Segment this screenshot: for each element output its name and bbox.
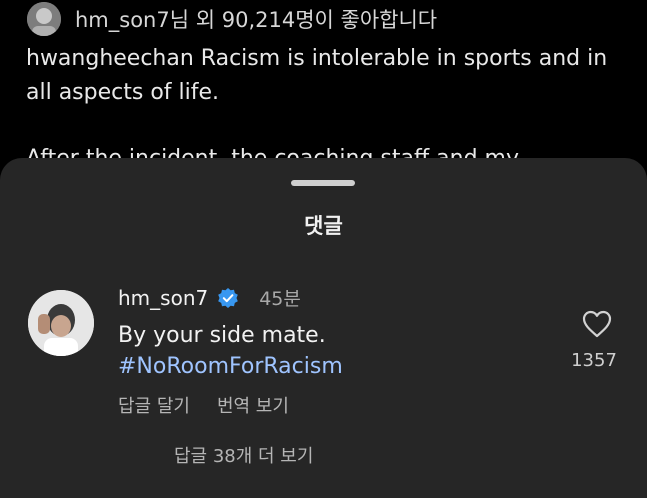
translate-button[interactable]: 번역 보기 — [217, 392, 289, 418]
comment-username[interactable]: hm_son7 — [118, 286, 208, 310]
verified-badge-icon — [217, 287, 239, 309]
view-more-replies-button[interactable]: 답글 38개 더 보기 — [174, 442, 313, 468]
comment-actions: 답글 달기 번역 보기 — [118, 392, 289, 418]
reply-button[interactable]: 답글 달기 — [118, 392, 190, 418]
comment-time: 45분 — [259, 288, 301, 310]
liked-by-row[interactable]: hm_son7님 외 90,214명이 좋아합니다 — [27, 2, 437, 36]
heart-icon[interactable] — [582, 310, 612, 338]
comment-header: hm_son7 45분 — [118, 284, 301, 311]
comment-hashtag[interactable]: #NoRoomForRacism — [118, 351, 343, 382]
commenter-avatar[interactable] — [28, 290, 94, 356]
post-background: hm_son7님 외 90,214명이 좋아합니다 hwangheechan R… — [0, 0, 647, 171]
like-count: 1357 — [571, 350, 617, 371]
liked-by-text: hm_son7님 외 90,214명이 좋아합니다 — [75, 8, 438, 32]
comment-text: By your side mate. #NoRoomForRacism — [118, 320, 343, 382]
drag-handle[interactable] — [291, 180, 355, 186]
liker-avatar[interactable] — [27, 2, 61, 36]
comments-sheet: 댓글 hm_son7 45분 By your side mate. #NoRoo… — [0, 158, 647, 498]
post-caption: hwangheechan Racism is intolerable in sp… — [26, 46, 608, 105]
comment-body: By your side mate. — [118, 323, 326, 348]
sheet-title: 댓글 — [304, 214, 343, 238]
